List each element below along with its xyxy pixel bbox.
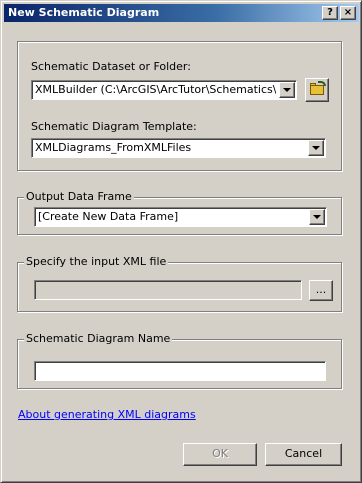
diagram-name-group: Schematic Diagram Name xyxy=(17,332,342,389)
dataset-value: XMLBuilder (C:\ArcGIS\ArcTutor\Schematic… xyxy=(35,83,276,96)
close-button[interactable]: × xyxy=(340,6,356,20)
open-arrow xyxy=(318,81,326,86)
browse-dataset-button[interactable] xyxy=(305,78,329,102)
about-xml-diagrams-link[interactable]: About generating XML diagrams xyxy=(18,408,196,422)
ok-button[interactable]: OK xyxy=(183,443,257,466)
xml-file-path-field[interactable] xyxy=(34,280,302,300)
dialog-window: New Schematic Diagram ? × Schematic Data… xyxy=(0,0,362,483)
diagram-name-legend: Schematic Diagram Name xyxy=(24,332,173,346)
title-bar[interactable]: New Schematic Diagram ? × xyxy=(4,4,359,22)
dataset-label: Schematic Dataset or Folder: xyxy=(31,60,191,73)
dataset-template-group: Schematic Dataset or Folder: XMLBuilder … xyxy=(17,41,342,171)
chevron-down-icon[interactable] xyxy=(309,209,325,225)
diagram-name-field[interactable] xyxy=(34,361,326,381)
template-value: XMLDiagrams_FromXMLFiles xyxy=(35,141,192,154)
folder-body xyxy=(310,85,324,95)
browse-xml-button[interactable]: ... xyxy=(309,280,333,301)
xml-input-group: Specify the input XML file ... xyxy=(17,255,342,312)
output-frame-combo[interactable]: [Create New Data Frame] xyxy=(34,207,327,227)
output-frame-legend: Output Data Frame xyxy=(24,190,134,204)
output-frame-group: Output Data Frame [Create New Data Frame… xyxy=(17,190,342,235)
template-combo[interactable]: XMLDiagrams_FromXMLFiles xyxy=(31,138,326,158)
output-frame-value: [Create New Data Frame] xyxy=(38,210,179,223)
chevron-down-icon[interactable] xyxy=(279,82,295,98)
chevron-down-icon[interactable] xyxy=(308,140,324,156)
help-button[interactable]: ? xyxy=(322,6,338,20)
template-label: Schematic Diagram Template: xyxy=(31,120,197,133)
xml-input-legend: Specify the input XML file xyxy=(24,255,169,269)
dataset-combo[interactable]: XMLBuilder (C:\ArcGIS\ArcTutor\Schematic… xyxy=(31,80,297,100)
dialog-title: New Schematic Diagram xyxy=(8,6,160,19)
cancel-button[interactable]: Cancel xyxy=(265,443,342,466)
